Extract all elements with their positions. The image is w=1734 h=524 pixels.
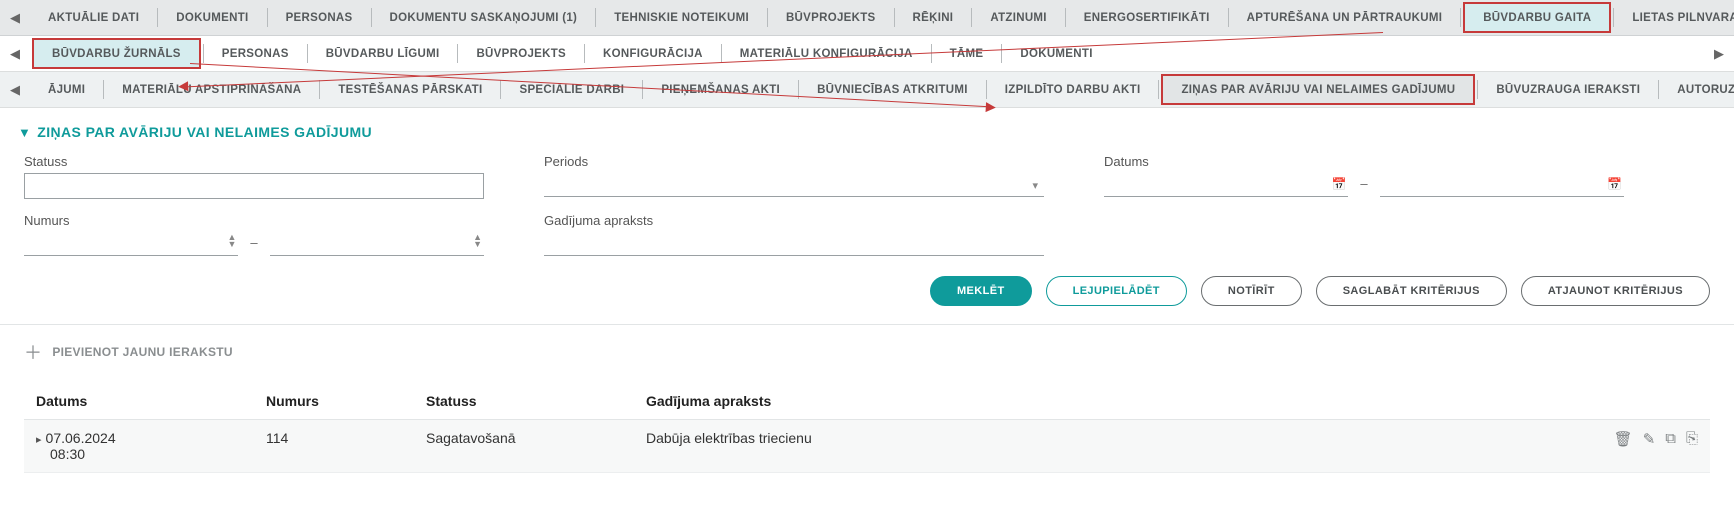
- field-date: Datums 📅 – 📅: [1104, 154, 1624, 199]
- add-record-button[interactable]: ＋ Pievienot jaunu ierakstu: [24, 339, 1710, 383]
- scroll-left-icon[interactable]: ◀: [0, 72, 30, 107]
- tab-item[interactable]: Materiālu apstiprināšana: [104, 72, 319, 107]
- field-status: Statuss: [24, 154, 484, 199]
- scroll-left-icon[interactable]: ◀: [0, 36, 30, 71]
- date-from-input[interactable]: [1104, 173, 1348, 197]
- top-tab-strip: ◀ Aktuālie datiDokumentiPersonasDokument…: [0, 0, 1734, 36]
- tab-item[interactable]: Aktuālie dati: [30, 0, 157, 35]
- clear-button[interactable]: Notīrīt: [1201, 276, 1302, 306]
- tab-separator: [1460, 8, 1461, 27]
- range-dash: –: [1358, 176, 1369, 197]
- section-title: Ziņas par avāriju vai nelaimes gadījumu: [37, 124, 372, 140]
- save-criteria-button[interactable]: Saglabāt kritērijus: [1316, 276, 1507, 306]
- field-number: Numurs ▲▼ – ▲▼: [24, 213, 484, 256]
- tab-item[interactable]: Testēšanas pārskati: [320, 72, 500, 107]
- col-desc[interactable]: Gadījuma apraksts: [634, 383, 1550, 420]
- number-to-input[interactable]: [270, 232, 484, 256]
- collapse-caret-icon: ▼: [18, 125, 31, 140]
- date-to-input[interactable]: [1380, 173, 1624, 197]
- tab-item[interactable]: Būvprojekts: [458, 36, 584, 71]
- desc-label: Gadījuma apraksts: [544, 213, 1044, 228]
- tab-item[interactable]: ājumi: [30, 72, 103, 107]
- col-status[interactable]: Statuss: [414, 383, 634, 420]
- tab-item[interactable]: Būvdarbu gaita: [1463, 2, 1611, 33]
- open-icon[interactable]: ⧉: [1665, 430, 1676, 448]
- tab-item[interactable]: Personas: [268, 0, 371, 35]
- expand-caret-icon[interactable]: ▸: [36, 434, 42, 446]
- col-date[interactable]: Datums: [24, 383, 254, 420]
- cell-status: Sagatavošanā: [414, 420, 634, 473]
- calendar-icon[interactable]: 📅: [1331, 177, 1346, 191]
- tab-item[interactable]: Dokumenti: [1002, 36, 1110, 71]
- restore-criteria-button[interactable]: Atjaunot kritērijus: [1521, 276, 1710, 306]
- tab-item[interactable]: Energosertifikāti: [1066, 0, 1228, 35]
- tab-item[interactable]: Ziņas par avāriju vai nelaimes gadījumu: [1161, 74, 1475, 105]
- results-area: ＋ Pievienot jaunu ierakstu Datums Numurs…: [0, 324, 1734, 473]
- tab-item[interactable]: Apturēšana un pārtraukumi: [1229, 0, 1461, 35]
- filter-form: Statuss Periods Datums 📅 – 📅 Numurs: [0, 150, 1734, 270]
- status-label: Statuss: [24, 154, 484, 169]
- date-label: Datums: [1104, 154, 1624, 169]
- tab-item[interactable]: Rēķini: [895, 0, 972, 35]
- status-input[interactable]: [24, 173, 484, 199]
- copy-icon[interactable]: ⎘: [1686, 430, 1698, 448]
- tab-item[interactable]: Dokumenti: [158, 0, 266, 35]
- plus-icon: ＋: [24, 339, 42, 365]
- scroll-right-icon[interactable]: ▶: [1704, 36, 1734, 71]
- range-dash: –: [248, 235, 259, 256]
- cell-desc: Dabūja elektrības triecienu: [634, 420, 1550, 473]
- cell-number: 114: [254, 420, 414, 473]
- delete-icon[interactable]: 🗑: [1614, 430, 1633, 448]
- tab-item[interactable]: Atzinumi: [972, 0, 1064, 35]
- sub-tab-strip: ◀ ājumiMateriālu apstiprināšanaTestēšana…: [0, 72, 1734, 108]
- calendar-icon[interactable]: 📅: [1607, 177, 1622, 191]
- table-row[interactable]: ▸ 07.06.202408:30 114SagatavošanāDabūja el…: [24, 420, 1710, 473]
- field-period: Periods: [544, 154, 1044, 199]
- search-button[interactable]: Meklēt: [930, 276, 1032, 306]
- tab-item[interactable]: Autoruzrauga ieraks: [1659, 72, 1734, 107]
- tab-item[interactable]: Lietas pilnvaras/dele: [1614, 0, 1734, 35]
- cell-date: 07.06.2024: [46, 430, 116, 446]
- tab-separator: [1158, 80, 1159, 99]
- cell-time: 08:30: [36, 446, 85, 462]
- tab-item[interactable]: Dokumentu saskaņojumi (1): [372, 0, 596, 35]
- tab-item[interactable]: Būvdarbu žurnāls: [32, 38, 201, 69]
- scroll-left-icon[interactable]: ◀: [0, 0, 30, 35]
- tab-item[interactable]: Būvuzrauga ieraksti: [1478, 72, 1658, 107]
- tab-item[interactable]: Būvprojekts: [768, 0, 894, 35]
- tab-item[interactable]: Speciālie darbi: [501, 72, 642, 107]
- results-table: Datums Numurs Statuss Gadījuma apraksts …: [24, 383, 1710, 473]
- number-from-input[interactable]: [24, 232, 238, 256]
- period-select[interactable]: [544, 173, 1044, 197]
- field-description: Gadījuma apraksts: [544, 213, 1044, 256]
- button-row: Meklēt Lejupielādēt Notīrīt Saglabāt kri…: [0, 270, 1734, 324]
- tab-item[interactable]: Būvdarbu līgumi: [308, 36, 458, 71]
- download-button[interactable]: Lejupielādēt: [1046, 276, 1187, 306]
- add-record-label: Pievienot jaunu ierakstu: [52, 345, 233, 359]
- spinner-icon[interactable]: ▲▼: [473, 234, 482, 248]
- number-label: Numurs: [24, 213, 484, 228]
- tab-item[interactable]: Tāme: [932, 36, 1002, 71]
- tab-item[interactable]: Tehniskie noteikumi: [596, 0, 767, 35]
- tab-item[interactable]: Izpildīto darbu akti: [987, 72, 1159, 107]
- section-header[interactable]: ▼ Ziņas par avāriju vai nelaimes gadījum…: [0, 108, 1734, 150]
- edit-icon[interactable]: ✎: [1643, 430, 1656, 448]
- period-label: Periods: [544, 154, 1044, 169]
- spinner-icon[interactable]: ▲▼: [227, 234, 236, 248]
- desc-input[interactable]: [544, 232, 1044, 256]
- col-number[interactable]: Numurs: [254, 383, 414, 420]
